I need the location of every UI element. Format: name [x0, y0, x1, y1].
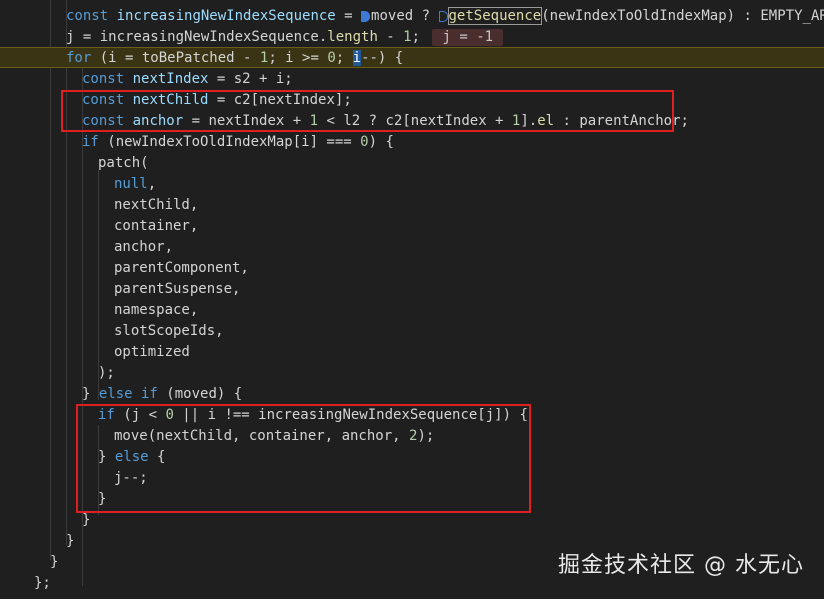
annotation-box-bottom	[76, 404, 531, 513]
code-line: j = increasingNewIndexSequence.length - …	[0, 27, 824, 48]
highlighted-variable: i	[352, 50, 362, 66]
code-line: nextChild,	[114, 197, 199, 213]
code-line: null,	[114, 176, 157, 192]
code-line: }	[82, 512, 91, 528]
current-line: for (i = toBePatched - 1; i >= 0; i--) {	[0, 47, 824, 68]
code-editor[interactable]: const increasingNewIndexSequence = moved…	[0, 0, 824, 599]
code-line: } else if (moved) {	[82, 386, 243, 402]
code-line: patch(	[98, 155, 149, 171]
breakpoint-outline-icon[interactable]	[438, 10, 448, 22]
code-line: anchor,	[114, 239, 174, 255]
code-line: if (newIndexToOldIndexMap[i] === 0) {	[82, 134, 394, 150]
code-line: );	[98, 365, 115, 381]
code-line: slotScopeIds,	[114, 323, 224, 339]
code-line: parentComponent,	[114, 260, 249, 276]
code-line: parentSuspense,	[114, 281, 241, 297]
annotation-box-top	[61, 90, 674, 132]
code-line: const nextIndex = s2 + i;	[82, 71, 293, 87]
code-line: optimized	[114, 344, 190, 360]
code-line: container,	[114, 218, 199, 234]
inline-value-hint: j = -1	[432, 29, 504, 46]
breakpoint-icon[interactable]	[361, 10, 371, 22]
code-line: namespace,	[114, 302, 199, 318]
watermark: 掘金技术社区 @ 水无心	[558, 553, 804, 578]
code-line: const increasingNewIndexSequence = moved…	[66, 7, 824, 25]
